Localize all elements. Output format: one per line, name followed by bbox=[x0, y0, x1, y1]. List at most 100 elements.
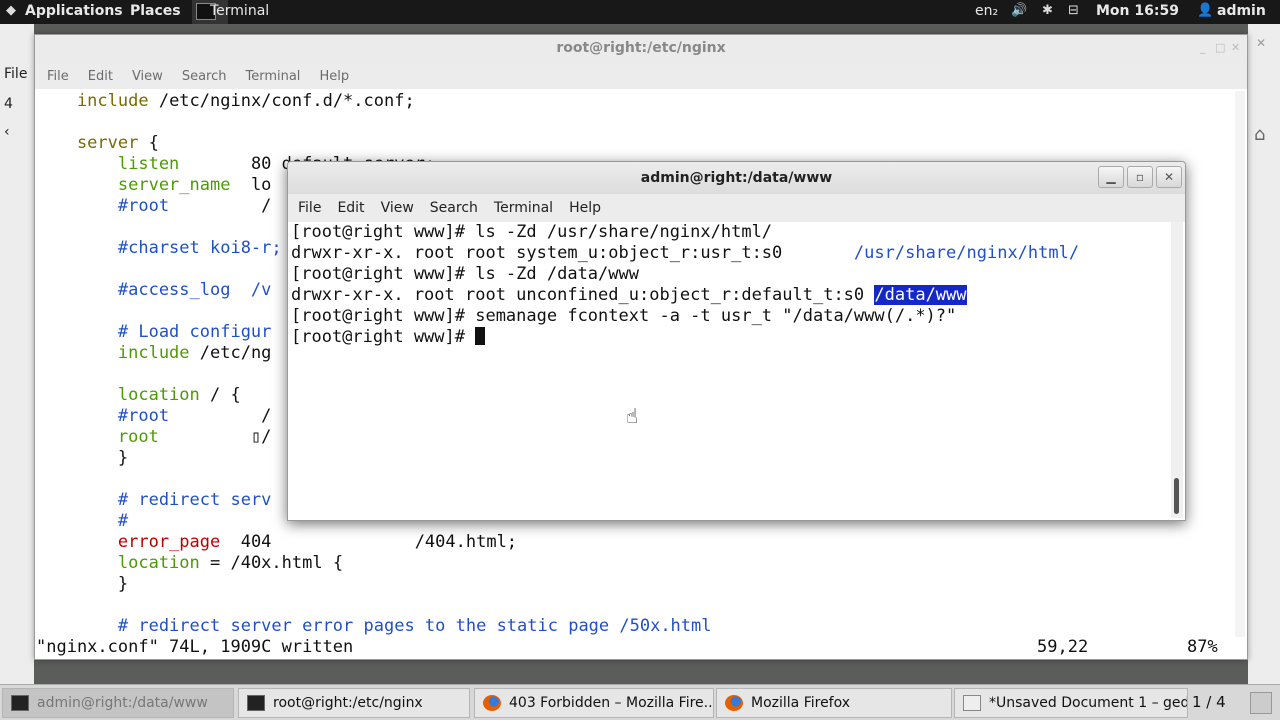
places-menu[interactable]: Places bbox=[130, 3, 181, 19]
code-token: #access_log /v bbox=[36, 280, 272, 300]
terminal-line: [root@right www]# semanage fcontext -a -… bbox=[291, 306, 957, 326]
vim-status-line: "nginx.conf" 74L, 1909C written 59,22 87… bbox=[35, 637, 1235, 658]
close-button[interactable]: ✕ bbox=[1156, 166, 1182, 188]
task-label: 403 Forbidden – Mozilla Fire... bbox=[509, 695, 714, 711]
directory-path: /usr/share/nginx/html/ bbox=[853, 243, 1080, 263]
scroll-percent: 87% bbox=[1187, 637, 1218, 657]
menu-edit[interactable]: Edit bbox=[327, 194, 370, 216]
menu-search[interactable]: Search bbox=[170, 63, 234, 84]
maximize-icon[interactable]: □ bbox=[1215, 41, 1225, 54]
workspace-pager[interactable]: 1 / 4 bbox=[1192, 688, 1226, 718]
code-token: #root bbox=[36, 196, 170, 216]
code-line: } bbox=[35, 574, 1235, 595]
maximize-icon: ▫ bbox=[1135, 170, 1145, 184]
code-token: include bbox=[36, 343, 190, 363]
listing-text: drwxr-xr-x. root root system_u:object_r:… bbox=[291, 243, 854, 263]
text-cursor bbox=[475, 327, 486, 345]
task-root-terminal[interactable]: root@right:/etc/nginx bbox=[238, 688, 470, 718]
terminal-icon bbox=[11, 695, 29, 711]
scrollbar[interactable] bbox=[1235, 91, 1245, 637]
menu-search[interactable]: Search bbox=[420, 194, 484, 216]
menu-edit[interactable]: Edit bbox=[76, 63, 120, 84]
code-token: server bbox=[36, 133, 139, 153]
firefox-icon bbox=[483, 695, 501, 711]
code-text: lo bbox=[230, 175, 272, 195]
home-icon[interactable]: ⌂ bbox=[1254, 124, 1265, 145]
code-line: include /etc/nginx/conf.d/*.conf; bbox=[35, 91, 1235, 112]
code-token: #root bbox=[36, 406, 170, 426]
background-window-right: ✕ ⌂ bbox=[1248, 24, 1280, 684]
bluetooth-icon[interactable]: ✱ bbox=[1042, 3, 1053, 18]
menu-file[interactable]: File bbox=[35, 63, 76, 84]
task-admin-terminal[interactable]: admin@right:/data/www bbox=[2, 688, 234, 718]
task-label: Mozilla Firefox bbox=[751, 695, 851, 711]
code-token: location bbox=[36, 553, 200, 573]
selected-path: /data/www bbox=[874, 285, 967, 305]
task-gedit[interactable]: *Unsaved Document 1 – gedit bbox=[954, 688, 1188, 718]
volume-icon[interactable]: 🔊 bbox=[1011, 3, 1027, 18]
terminal-app-label[interactable]: Terminal bbox=[210, 3, 269, 19]
task-label: admin@right:/data/www bbox=[37, 695, 208, 711]
prompt: [root@right www]# bbox=[291, 327, 476, 347]
code-text: = /40x.html { bbox=[199, 553, 344, 573]
network-icon[interactable]: ⊟ bbox=[1068, 3, 1079, 18]
mouse-pointer-icon: ☝ bbox=[626, 404, 639, 428]
applications-menu[interactable]: Applications bbox=[25, 3, 123, 19]
code-text: /etc/ng bbox=[189, 343, 272, 363]
firefox-icon bbox=[725, 695, 743, 711]
terminal-line: [root@right www]# ls -Zd /usr/share/ngin… bbox=[291, 222, 773, 242]
menu-help[interactable]: Help bbox=[559, 194, 607, 216]
minimize-button[interactable]: ▁ bbox=[1098, 166, 1124, 188]
gedit-icon bbox=[963, 695, 981, 711]
code-text: } bbox=[36, 574, 129, 594]
cursor-position: 59,22 bbox=[1037, 637, 1089, 657]
code-line: error_page 404 /404.html; bbox=[35, 532, 1235, 553]
close-icon[interactable]: ✕ bbox=[1231, 41, 1240, 54]
terminal-line: drwxr-xr-x. root root system_u:object_r:… bbox=[291, 243, 1171, 264]
window-title: root@right:/etc/nginx bbox=[35, 35, 1247, 63]
clock[interactable]: Mon 16:59 bbox=[1096, 3, 1179, 19]
menu-file[interactable]: File bbox=[288, 194, 327, 216]
maximize-button[interactable]: ▫ bbox=[1127, 166, 1153, 188]
menu-view[interactable]: View bbox=[120, 63, 170, 84]
code-text: / { bbox=[199, 385, 241, 405]
task-firefox-403[interactable]: 403 Forbidden – Mozilla Fire... bbox=[474, 688, 714, 718]
status-message: "nginx.conf" 74L, 1909C written bbox=[36, 637, 354, 657]
code-token: # redirect serv bbox=[36, 490, 272, 510]
code-token: listen bbox=[36, 154, 180, 174]
user-menu[interactable]: admin bbox=[1217, 3, 1266, 19]
menu-bar: File Edit View Search Terminal Help bbox=[288, 194, 1185, 222]
minimize-icon[interactable]: _ bbox=[1200, 41, 1206, 54]
applications-icon[interactable]: ◆ bbox=[6, 3, 16, 18]
terminal-icon bbox=[247, 695, 265, 711]
menu-view[interactable]: View bbox=[371, 194, 420, 216]
code-line: location = /40x.html { bbox=[35, 553, 1235, 574]
code-text: { bbox=[138, 133, 159, 153]
background-file-menu[interactable]: File bbox=[4, 66, 27, 82]
task-label: root@right:/etc/nginx bbox=[273, 695, 423, 711]
task-label: *Unsaved Document 1 – gedit bbox=[989, 695, 1188, 711]
code-token: #charset koi8-r; bbox=[36, 238, 282, 258]
terminal-content[interactable]: [root@right www]# ls -Zd /usr/share/ngin… bbox=[291, 222, 1171, 518]
code-token: # Load configur bbox=[36, 322, 272, 342]
keyboard-layout-indicator[interactable]: en₂ bbox=[975, 3, 998, 19]
workspace-switcher-button[interactable] bbox=[1250, 692, 1272, 714]
user-icon: 👤 bbox=[1197, 3, 1214, 18]
code-token: server_name bbox=[36, 175, 231, 195]
menu-help[interactable]: Help bbox=[307, 63, 356, 84]
close-icon[interactable]: ✕ bbox=[1256, 36, 1266, 50]
admin-terminal-window[interactable]: admin@right:/data/www ▁ ▫ ✕ File Edit View… bbox=[287, 161, 1186, 521]
scrollbar-thumb[interactable] bbox=[1174, 478, 1179, 514]
listing-text: drwxr-xr-x. root root unconfined_u:objec… bbox=[291, 285, 875, 305]
code-token: include bbox=[36, 91, 149, 111]
scrollbar[interactable] bbox=[1171, 222, 1183, 518]
menu-terminal[interactable]: Terminal bbox=[484, 194, 559, 216]
menu-terminal[interactable]: Terminal bbox=[233, 63, 307, 84]
back-arrow-icon[interactable]: ‹ bbox=[4, 124, 10, 140]
code-text: / bbox=[169, 196, 272, 216]
window-list-taskbar: admin@right:/data/www root@right:/etc/ng… bbox=[0, 684, 1280, 720]
task-firefox[interactable]: Mozilla Firefox bbox=[716, 688, 952, 718]
code-line: # redirect server error pages to the sta… bbox=[35, 616, 1235, 637]
